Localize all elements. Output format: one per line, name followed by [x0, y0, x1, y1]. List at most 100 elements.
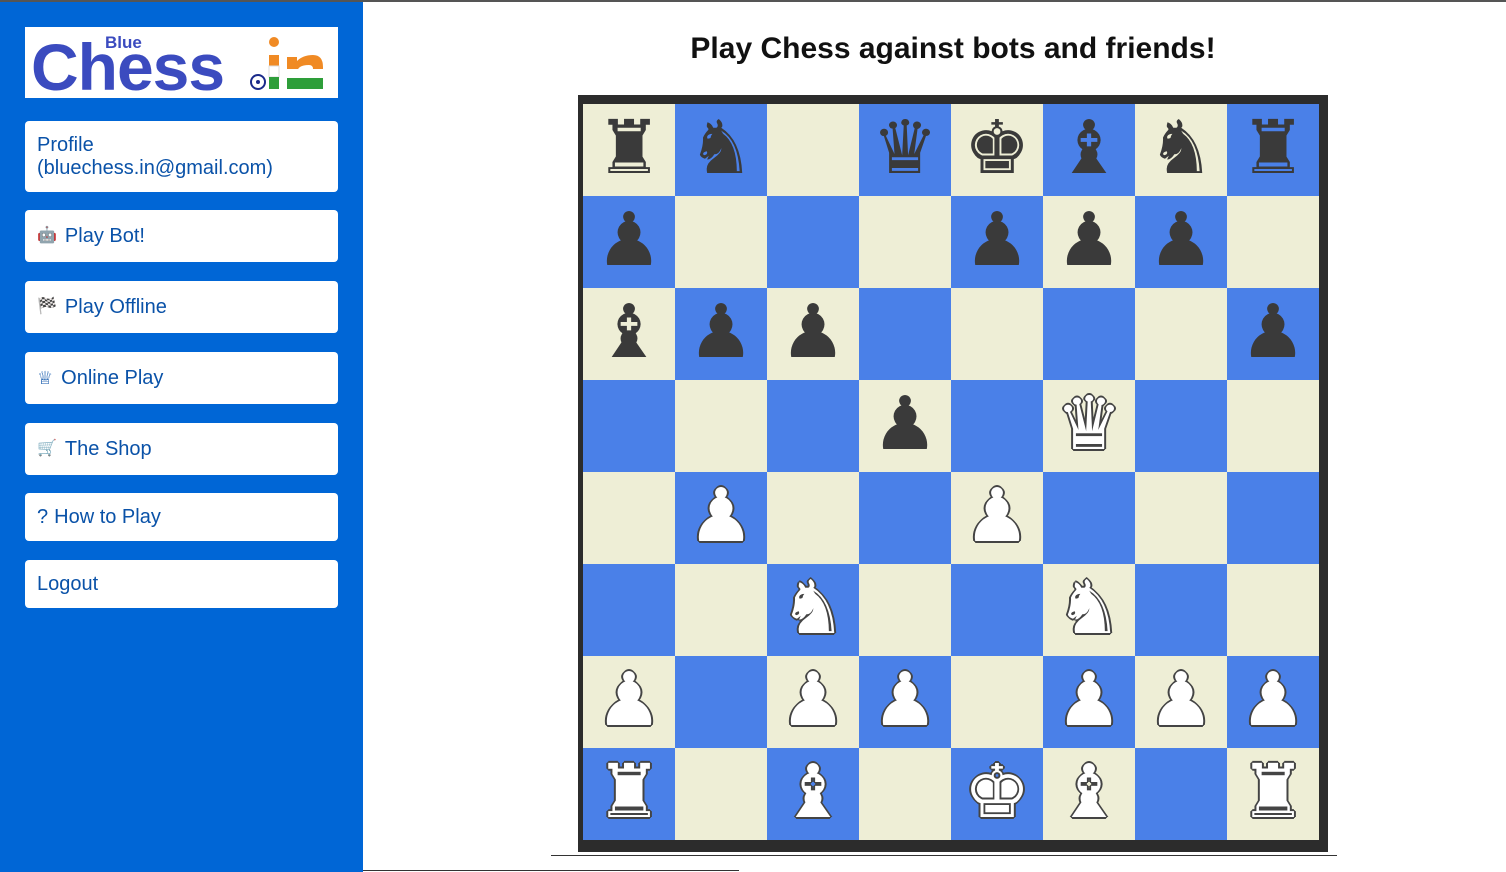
- square-d8[interactable]: ♛: [859, 104, 951, 196]
- square-e8[interactable]: ♚: [951, 104, 1043, 196]
- black-pawn-piece[interactable]: ♟: [872, 387, 938, 461]
- square-f6[interactable]: [1043, 288, 1135, 380]
- chess-board[interactable]: ♜ ♞ ♛ ♚ ♝ ♞ ♜ ♟ ♟ ♟ ♟ ♝ ♟ ♟ ♟ ♟ ♛ ♟ ♟ ♞ ♞ ♟ ♟ ♟ ♟ ♟ ♟ ♜ ♝ ♚ ♝ ♜: [583, 104, 1319, 840]
- logout-button[interactable]: Logout: [25, 560, 338, 608]
- square-c2[interactable]: ♟: [767, 656, 859, 748]
- square-c3[interactable]: ♞: [767, 564, 859, 656]
- square-g8[interactable]: ♞: [1135, 104, 1227, 196]
- square-g1[interactable]: [1135, 748, 1227, 840]
- white-knight-piece[interactable]: ♞: [780, 571, 846, 645]
- square-h2[interactable]: ♟: [1227, 656, 1319, 748]
- square-f2[interactable]: ♟: [1043, 656, 1135, 748]
- white-pawn-piece[interactable]: ♟: [688, 479, 754, 553]
- square-b4[interactable]: ♟: [675, 472, 767, 564]
- white-king-piece[interactable]: ♚: [964, 755, 1030, 829]
- square-h4[interactable]: [1227, 472, 1319, 564]
- square-d5[interactable]: ♟: [859, 380, 951, 472]
- square-g6[interactable]: [1135, 288, 1227, 380]
- black-queen-piece[interactable]: ♛: [872, 111, 938, 185]
- white-pawn-piece[interactable]: ♟: [1148, 663, 1214, 737]
- black-pawn-piece[interactable]: ♟: [688, 295, 754, 369]
- square-b8[interactable]: ♞: [675, 104, 767, 196]
- white-queen-piece[interactable]: ♛: [1056, 387, 1122, 461]
- play-bot-button[interactable]: 🤖 Play Bot!: [25, 210, 338, 262]
- white-bishop-piece[interactable]: ♝: [780, 755, 846, 829]
- white-pawn-piece[interactable]: ♟: [1240, 663, 1306, 737]
- white-pawn-piece[interactable]: ♟: [1056, 663, 1122, 737]
- black-bishop-piece[interactable]: ♝: [1056, 111, 1122, 185]
- square-e3[interactable]: [951, 564, 1043, 656]
- square-b6[interactable]: ♟: [675, 288, 767, 380]
- square-e5[interactable]: [951, 380, 1043, 472]
- white-rook-piece[interactable]: ♜: [596, 755, 662, 829]
- square-c7[interactable]: [767, 196, 859, 288]
- square-a3[interactable]: [583, 564, 675, 656]
- square-f1[interactable]: ♝: [1043, 748, 1135, 840]
- square-h3[interactable]: [1227, 564, 1319, 656]
- black-knight-piece[interactable]: ♞: [688, 111, 754, 185]
- square-e2[interactable]: [951, 656, 1043, 748]
- white-pawn-piece[interactable]: ♟: [780, 663, 846, 737]
- profile-button[interactable]: Profile (bluechess.in@gmail.com): [25, 121, 338, 192]
- square-g4[interactable]: [1135, 472, 1227, 564]
- square-d6[interactable]: [859, 288, 951, 380]
- black-pawn-piece[interactable]: ♟: [1240, 295, 1306, 369]
- square-a8[interactable]: ♜: [583, 104, 675, 196]
- black-rook-piece[interactable]: ♜: [596, 111, 662, 185]
- square-a6[interactable]: ♝: [583, 288, 675, 380]
- black-pawn-piece[interactable]: ♟: [964, 203, 1030, 277]
- white-bishop-piece[interactable]: ♝: [1056, 755, 1122, 829]
- white-rook-piece[interactable]: ♜: [1240, 755, 1306, 829]
- square-g3[interactable]: [1135, 564, 1227, 656]
- square-c5[interactable]: [767, 380, 859, 472]
- square-f3[interactable]: ♞: [1043, 564, 1135, 656]
- square-d1[interactable]: [859, 748, 951, 840]
- square-f8[interactable]: ♝: [1043, 104, 1135, 196]
- online-play-button[interactable]: ♕ Online Play: [25, 352, 338, 404]
- square-a4[interactable]: [583, 472, 675, 564]
- site-logo[interactable]: Blue Chess: [25, 27, 338, 98]
- square-b2[interactable]: [675, 656, 767, 748]
- square-a1[interactable]: ♜: [583, 748, 675, 840]
- square-h7[interactable]: [1227, 196, 1319, 288]
- square-d2[interactable]: ♟: [859, 656, 951, 748]
- square-f5[interactable]: ♛: [1043, 380, 1135, 472]
- white-pawn-piece[interactable]: ♟: [596, 663, 662, 737]
- square-b5[interactable]: [675, 380, 767, 472]
- how-to-play-button[interactable]: ? How to Play: [25, 493, 338, 541]
- square-b7[interactable]: [675, 196, 767, 288]
- the-shop-button[interactable]: 🛒 The Shop: [25, 423, 338, 475]
- black-king-piece[interactable]: ♚: [964, 111, 1030, 185]
- square-f7[interactable]: ♟: [1043, 196, 1135, 288]
- square-h1[interactable]: ♜: [1227, 748, 1319, 840]
- square-e4[interactable]: ♟: [951, 472, 1043, 564]
- black-rook-piece[interactable]: ♜: [1240, 111, 1306, 185]
- square-c4[interactable]: [767, 472, 859, 564]
- square-d7[interactable]: [859, 196, 951, 288]
- square-c8[interactable]: [767, 104, 859, 196]
- black-knight-piece[interactable]: ♞: [1148, 111, 1214, 185]
- black-pawn-piece[interactable]: ♟: [1148, 203, 1214, 277]
- square-f4[interactable]: [1043, 472, 1135, 564]
- black-pawn-piece[interactable]: ♟: [1056, 203, 1122, 277]
- black-bishop-piece[interactable]: ♝: [596, 295, 662, 369]
- square-a7[interactable]: ♟: [583, 196, 675, 288]
- square-c1[interactable]: ♝: [767, 748, 859, 840]
- square-c6[interactable]: ♟: [767, 288, 859, 380]
- white-pawn-piece[interactable]: ♟: [872, 663, 938, 737]
- white-knight-piece[interactable]: ♞: [1056, 571, 1122, 645]
- square-g7[interactable]: ♟: [1135, 196, 1227, 288]
- square-h5[interactable]: [1227, 380, 1319, 472]
- square-g2[interactable]: ♟: [1135, 656, 1227, 748]
- white-pawn-piece[interactable]: ♟: [964, 479, 1030, 553]
- square-h6[interactable]: ♟: [1227, 288, 1319, 380]
- square-a5[interactable]: [583, 380, 675, 472]
- square-e6[interactable]: [951, 288, 1043, 380]
- square-b3[interactable]: [675, 564, 767, 656]
- square-a2[interactable]: ♟: [583, 656, 675, 748]
- square-h8[interactable]: ♜: [1227, 104, 1319, 196]
- square-g5[interactable]: [1135, 380, 1227, 472]
- square-d4[interactable]: [859, 472, 951, 564]
- square-d3[interactable]: [859, 564, 951, 656]
- black-pawn-piece[interactable]: ♟: [780, 295, 846, 369]
